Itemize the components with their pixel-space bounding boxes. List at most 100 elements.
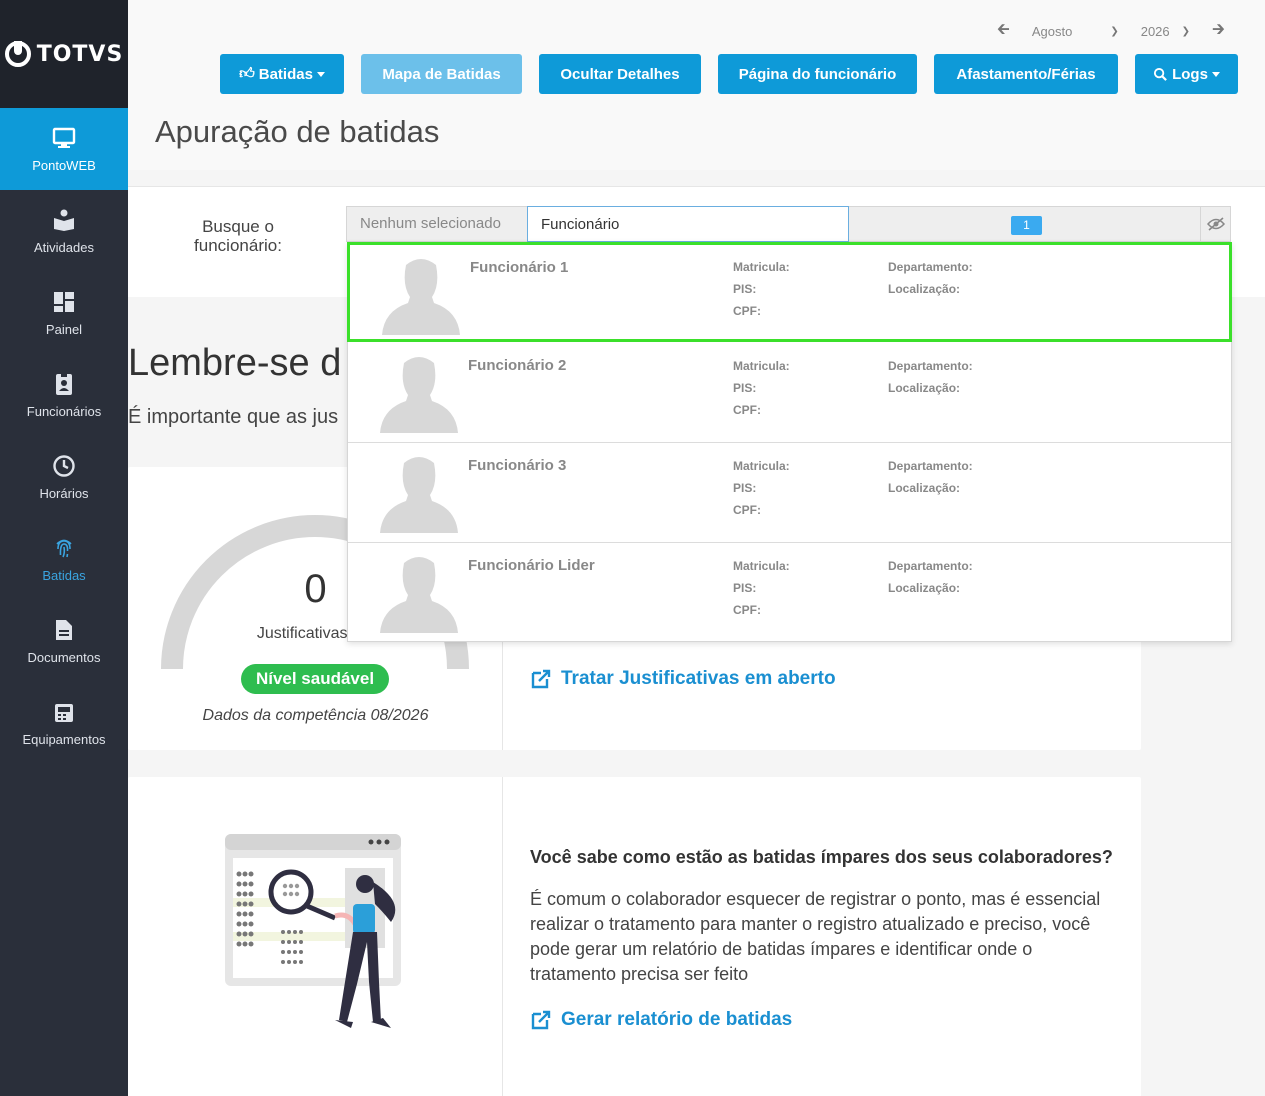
sidebar-item-horarios[interactable]: Horários	[0, 436, 128, 518]
period-selector: 🡰 Agosto ❯ 2026 ❯ 🡲	[997, 18, 1225, 45]
departamento-label: Departamento:	[888, 359, 973, 373]
brand-name: TOTVS	[36, 41, 124, 67]
sidebar-item-batidas[interactable]: Batidas	[0, 518, 128, 600]
sidebar-item-label: Batidas	[42, 567, 86, 583]
employee-result-item[interactable]: Funcionário 3 Matricula: PIS: CPF: Depar…	[348, 443, 1231, 543]
departamento-label: Departamento:	[888, 559, 973, 573]
ocultar-detalhes-label: Ocultar Detalhes	[560, 65, 680, 83]
result-count-badge: 1	[1011, 216, 1042, 235]
chevron-down-icon: ❯	[1110, 26, 1119, 37]
batidas-button[interactable]: 👍︎ Batidas	[220, 54, 344, 94]
pis-label: PIS:	[733, 282, 757, 296]
pis-label: PIS:	[733, 481, 757, 495]
logs-button[interactable]: Logs	[1135, 54, 1238, 94]
dashboard-icon	[52, 290, 76, 314]
employee-multiselect[interactable]: Nenhum selecionado 1	[346, 206, 1231, 242]
employee-result-item[interactable]: Funcionário 1 Matricula: PIS: CPF: Depar…	[347, 242, 1232, 342]
employee-name: Funcionário 1	[470, 259, 569, 276]
tratar-justificativas-label: Tratar Justificativas em aberto	[561, 668, 836, 689]
localizacao-label: Localização:	[888, 581, 961, 595]
none-selected-text: Nenhum selecionado	[360, 215, 501, 232]
logs-button-label: Logs	[1172, 65, 1208, 83]
odd-punches-body: É comum o colaborador esquecer de regist…	[530, 889, 1101, 984]
cpf-label: CPF:	[733, 603, 761, 617]
external-link-icon	[531, 1010, 551, 1030]
reminder-text: É importante que as jus	[128, 406, 339, 428]
localizacao-label: Localização:	[888, 481, 961, 495]
sidebar-item-equipamentos[interactable]: Equipamentos	[0, 682, 128, 764]
competence-text: Dados da competência 08/2026	[202, 707, 429, 724]
search-label: Busque o funcionário:	[194, 217, 282, 255]
pagina-funcionario-button[interactable]: Página do funcionário	[718, 54, 917, 94]
clock-icon	[52, 454, 76, 478]
caret-down-icon	[1211, 71, 1220, 77]
pis-label: PIS:	[733, 581, 757, 595]
sidebar-item-label: Atividades	[34, 239, 94, 255]
departamento-label: Departamento:	[888, 459, 973, 473]
employee-name: Funcionário Lider	[468, 557, 595, 574]
month-select[interactable]: Agosto ❯	[1032, 24, 1119, 39]
device-icon	[52, 700, 76, 724]
employee-result-item[interactable]: Funcionário Lider Matricula: PIS: CPF: D…	[348, 543, 1231, 643]
employee-search-input[interactable]	[527, 206, 849, 242]
hide-selection-button[interactable]	[1200, 207, 1230, 241]
afastamento-ferias-button[interactable]: Afastamento/Férias	[934, 54, 1118, 94]
odd-punches-illustration-panel	[128, 777, 503, 1096]
page-title: Apuração de batidas	[155, 114, 440, 149]
employee-search-results: Funcionário 1 Matricula: PIS: CPF: Depar…	[347, 242, 1232, 642]
pagina-funcionario-label: Página do funcionário	[738, 65, 897, 83]
year-select[interactable]: 2026 ❯	[1141, 24, 1190, 39]
matricula-label: Matricula:	[733, 459, 790, 473]
avatar-placeholder-icon	[382, 259, 460, 335]
sidebar-item-label: Horários	[39, 485, 89, 501]
avatar-placeholder-icon	[380, 557, 458, 633]
avatar-placeholder-icon	[380, 357, 458, 433]
sidebar-item-documentos[interactable]: Documentos	[0, 600, 128, 682]
employee-name: Funcionário 3	[468, 457, 567, 474]
woman-magnifier-illustration	[225, 834, 401, 1028]
avatar-placeholder-icon	[380, 457, 458, 533]
toolbar: 👍︎ Batidas Mapa de Batidas Ocultar Detal…	[220, 54, 1238, 94]
afastamento-ferias-label: Afastamento/Férias	[956, 65, 1096, 83]
totvs-logo-icon	[4, 41, 31, 67]
thumbs-up-icon: 👍︎	[239, 65, 255, 82]
pis-label: PIS:	[733, 381, 757, 395]
odd-punches-card: Você sabe como estão as batidas ímpares …	[128, 777, 1141, 1096]
cpf-label: CPF:	[733, 503, 761, 517]
external-link-icon	[531, 669, 551, 689]
sidebar-item-label: Painel	[45, 321, 83, 337]
activities-icon	[52, 208, 76, 232]
month-value: Agosto	[1031, 24, 1073, 39]
cpf-label: CPF:	[733, 304, 761, 318]
sidebar-item-label: Equipamentos	[22, 731, 106, 747]
year-value: 2026	[1140, 24, 1170, 39]
cpf-label: CPF:	[733, 403, 761, 417]
gerar-relatorio-link[interactable]: Gerar relatório de batidas	[530, 1009, 792, 1031]
matricula-label: Matricula:	[733, 260, 790, 274]
sidebar-item-label: Funcionários	[26, 403, 102, 419]
sidebar-item-pontoweb[interactable]: PontoWEB	[0, 108, 128, 190]
sidebar-item-painel[interactable]: Painel	[0, 272, 128, 354]
document-icon	[52, 618, 76, 642]
localizacao-label: Localização:	[888, 282, 961, 296]
tratar-justificativas-link[interactable]: Tratar Justificativas em aberto	[530, 668, 836, 690]
employee-result-item[interactable]: Funcionário 2 Matricula: PIS: CPF: Depar…	[348, 343, 1231, 443]
sidebar-item-funcionarios[interactable]: Funcionários	[0, 354, 128, 436]
fingerprint-icon	[52, 536, 76, 560]
departamento-label: Departamento:	[888, 260, 973, 274]
caret-down-icon	[316, 71, 325, 77]
batidas-button-label: Batidas	[258, 65, 313, 83]
ocultar-detalhes-button[interactable]: Ocultar Detalhes	[539, 54, 701, 94]
arrow-left-icon[interactable]: 🡰	[997, 18, 1010, 45]
sidebar-item-atividades[interactable]: Atividades	[0, 190, 128, 272]
sidebar-item-label: PontoWEB	[32, 157, 96, 173]
status-badge: Nível saudável	[241, 664, 389, 694]
monitor-icon	[52, 126, 76, 150]
localizacao-label: Localização:	[888, 381, 961, 395]
arrow-right-icon[interactable]: 🡲	[1212, 18, 1225, 45]
chevron-down-icon: ❯	[1181, 26, 1191, 37]
sidebar-item-label: Documentos	[27, 649, 101, 665]
mapa-batidas-button[interactable]: Mapa de Batidas	[361, 54, 522, 94]
search-icon	[1154, 67, 1167, 81]
totvs-logo[interactable]: TOTVS	[0, 0, 128, 108]
